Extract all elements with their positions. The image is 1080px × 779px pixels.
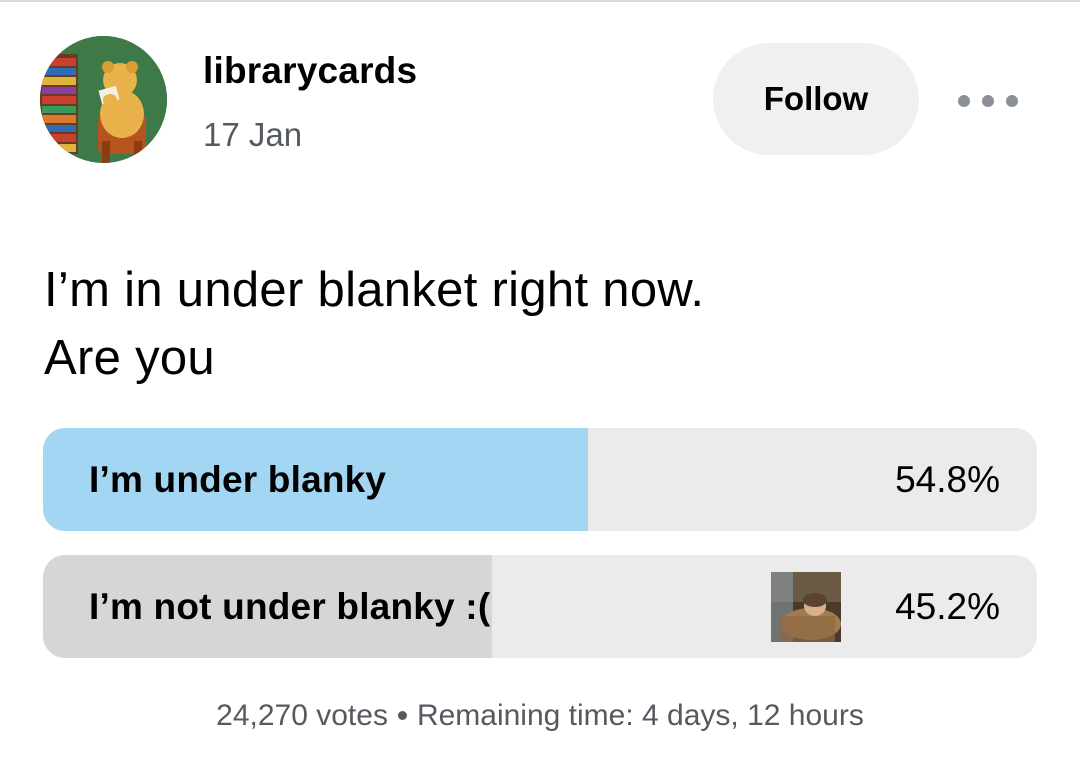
poll-option-under-blanky[interactable]: I’m under blanky 54.8% [43,428,1037,531]
remaining-time: Remaining time: 4 days, 12 hours [416,699,864,732]
vote-count: 24,270 votes [216,699,388,732]
user-avatar[interactable] [40,36,167,163]
sleeping-under-blanket-thumbnail [771,572,841,642]
separator-dot [397,710,407,720]
poll-option-label: I’m not under blanky :( [89,585,491,627]
poll-question: I’m in under blanket right now. Are you [44,256,1004,392]
post-date: 17 Jan [203,116,303,153]
poll-option-not-under-blanky[interactable]: I’m not under blanky :( 45.2% [43,555,1037,658]
poll-option-label: I’m under blanky [89,458,387,500]
top-divider [0,0,1080,2]
more-dot [982,95,994,107]
username[interactable]: librarycards [203,50,417,92]
poll-footer: 24,270 votes Remaining time: 4 days, 12 h… [0,699,1080,733]
poll-question-line-2: Are you [44,331,215,385]
poll-option-percentage: 45.2% [895,585,1000,627]
more-dot [958,95,970,107]
more-options-icon[interactable] [952,86,1024,116]
follow-button[interactable]: Follow [713,43,919,155]
poll-option-percentage: 54.8% [895,458,1000,500]
bear-reading-avatar-icon [40,36,167,163]
more-dot [1006,95,1018,107]
poll-question-line-1: I’m in under blanket right now. [44,263,705,317]
